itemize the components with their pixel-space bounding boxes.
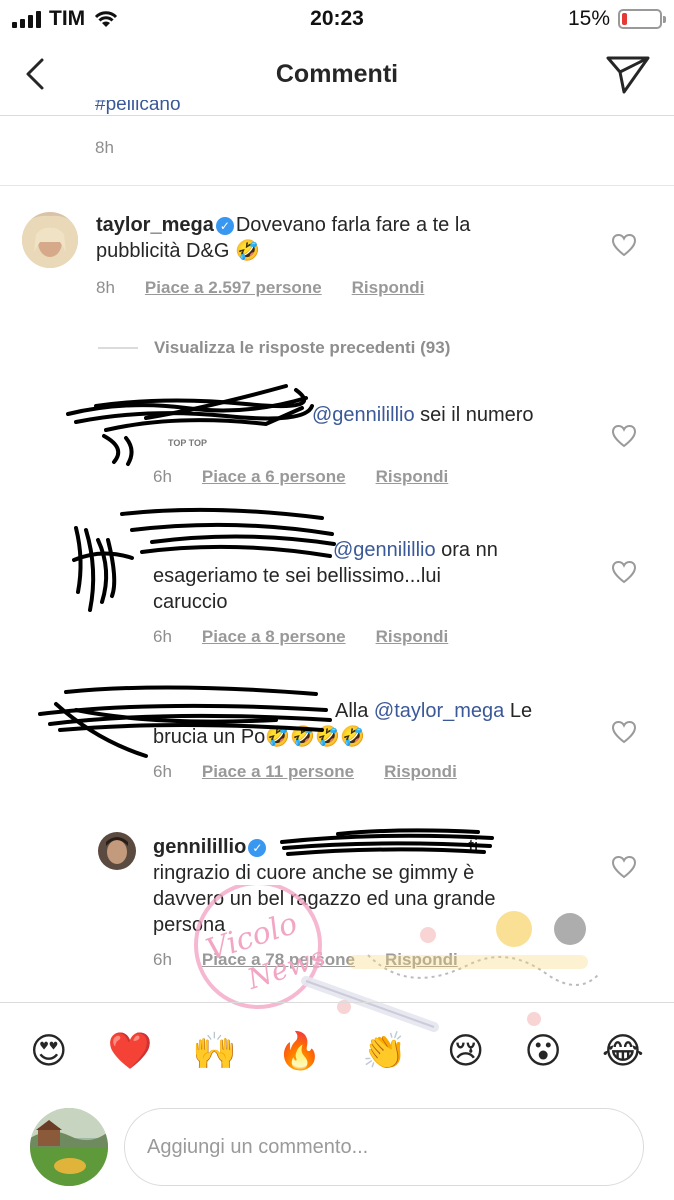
comment-text: Dovevano farla fare a te la	[235, 214, 471, 236]
reply-text: persona	[153, 914, 226, 936]
reply-time: 6h	[153, 627, 172, 646]
avatar[interactable]	[22, 212, 78, 268]
verified-badge-icon: ✓	[215, 217, 234, 235]
reply-text: Alla	[335, 700, 374, 722]
likes-link[interactable]: Piace a 2.597 persone	[145, 278, 322, 298]
heart-eyes-emoji-icon[interactable]: 😍	[30, 1033, 68, 1070]
comment-username[interactable]: taylor_mega	[96, 214, 214, 236]
reply-username[interactable]: gennilillio	[153, 836, 246, 858]
battery-icon	[618, 9, 666, 29]
reply-time: 6h	[153, 762, 172, 781]
comment-time: 8h	[96, 278, 115, 297]
previous-comment-fragment: #pellicano	[95, 100, 181, 115]
reply-meta: 6h Piace a 6 persone Rispondi	[153, 467, 448, 487]
reply-meta: 6h Piace a 11 persone Rispondi	[153, 762, 457, 782]
reply-meta: 6h Piace a 78 persone Rispondi	[153, 950, 458, 970]
reply-button[interactable]: Rispondi	[385, 950, 458, 970]
red-heart-emoji-icon[interactable]: ❤️	[108, 1033, 153, 1070]
reply-meta: 6h Piace a 8 persone Rispondi	[153, 627, 448, 647]
verified-badge-icon: ✓	[248, 839, 267, 857]
heart-icon[interactable]	[611, 720, 637, 744]
fire-emoji-icon[interactable]: 🔥	[277, 1033, 322, 1070]
comment-text: pubblicità D&G 🤣	[96, 240, 260, 262]
redaction-scribble	[280, 828, 494, 856]
avatar[interactable]	[98, 832, 136, 870]
raised-hands-emoji-icon[interactable]: 🙌	[192, 1033, 237, 1070]
likes-link[interactable]: Piace a 8 persone	[202, 627, 346, 647]
heart-icon[interactable]	[611, 855, 637, 879]
surprised-emoji-icon[interactable]: 😮	[524, 1033, 562, 1070]
view-previous-replies-label: Visualizza le risposte precedenti (93)	[154, 338, 451, 357]
likes-link[interactable]: Piace a 6 persone	[202, 467, 346, 487]
emoji-quick-bar: 😍 ❤️ 🙌 🔥 👏 😢 😮 😂	[0, 1002, 674, 1100]
comment-composer	[0, 1100, 674, 1200]
user-avatar[interactable]	[30, 1108, 108, 1186]
mention-link[interactable]: @gennilillio	[333, 539, 436, 561]
likes-link[interactable]: Piace a 78 persone	[202, 950, 355, 970]
direct-send-icon[interactable]	[604, 52, 652, 96]
reply-comment: @gennilillio sei il numero	[312, 402, 534, 428]
clapping-emoji-icon[interactable]: 👏	[362, 1033, 407, 1070]
mention-link[interactable]: @taylor_mega	[374, 700, 504, 722]
mention-link[interactable]: @gennilillio	[312, 404, 415, 426]
status-bar: TIM 20:23 15%	[0, 0, 674, 38]
heart-icon[interactable]	[611, 560, 637, 584]
reply-time: 6h	[153, 467, 172, 486]
redaction-scribble	[66, 384, 314, 466]
previous-comment-time: 8h	[95, 138, 114, 157]
heart-icon[interactable]	[611, 233, 637, 257]
battery-percent: 15%	[567, 7, 610, 30]
comment: taylor_mega ✓ Dovevano farla fare a te la …	[96, 212, 596, 264]
reply-text: ora nn	[435, 539, 498, 561]
crying-emoji-icon[interactable]: 😢	[447, 1033, 485, 1070]
divider	[98, 347, 138, 349]
reply-button[interactable]: Rispondi	[376, 467, 449, 487]
reply-text: Le	[504, 700, 533, 722]
reply-text: ringrazio di cuore anche se gimmy è	[153, 862, 475, 884]
reply-time: 6h	[153, 950, 172, 969]
reply-button[interactable]: Rispondi	[352, 278, 425, 298]
reply-button[interactable]: Rispondi	[384, 762, 457, 782]
laughing-emoji-icon[interactable]: 😂	[602, 1033, 644, 1070]
reply-text: sei il numero	[414, 404, 534, 426]
redaction-scribble	[38, 685, 332, 758]
comment-input[interactable]	[124, 1108, 644, 1186]
reply-button[interactable]: Rispondi	[376, 627, 449, 647]
heart-icon[interactable]	[611, 424, 637, 448]
view-previous-replies[interactable]: Visualizza le risposte precedenti (93)	[98, 338, 450, 358]
comment-meta: 8h Piace a 2.597 persone Rispondi	[96, 278, 424, 298]
reply-text: davvero un bel ragazzo ed una grande	[153, 888, 496, 910]
divider	[0, 185, 674, 186]
likes-link[interactable]: Piace a 11 persone	[202, 762, 354, 782]
page-title: Commenti	[275, 60, 399, 88]
redaction-scribble	[72, 507, 336, 612]
